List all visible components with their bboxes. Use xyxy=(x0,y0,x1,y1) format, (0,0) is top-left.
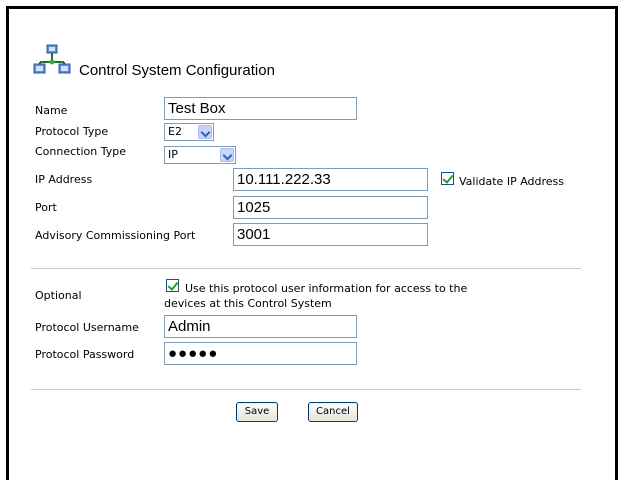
divider xyxy=(31,268,581,269)
page-title: Control System Configuration xyxy=(79,62,275,79)
name-field[interactable]: Test Box xyxy=(164,97,357,120)
protocol-username-field[interactable]: Admin xyxy=(164,315,357,338)
ip-address-label: IP Address xyxy=(35,173,93,186)
port-label: Port xyxy=(35,201,57,214)
network-computers-icon xyxy=(33,44,71,74)
optional-label: Optional xyxy=(35,289,82,302)
save-button[interactable]: Save xyxy=(236,402,278,422)
name-label: Name xyxy=(35,104,68,117)
divider xyxy=(31,389,581,390)
validate-ip-label: Validate IP Address xyxy=(459,175,565,188)
protocol-password-label: Protocol Password xyxy=(35,348,135,361)
protocol-type-label: Protocol Type xyxy=(35,125,109,138)
validate-ip-checkbox[interactable] xyxy=(441,172,454,185)
connection-type-select[interactable]: IP xyxy=(164,146,236,164)
connection-type-label: Connection Type xyxy=(35,145,127,158)
connection-type-value: IP xyxy=(168,148,178,161)
protocol-type-value: E2 xyxy=(168,125,182,138)
use-protocol-user-label-line1: Use this protocol user information for a… xyxy=(185,282,468,295)
ip-address-field[interactable]: 10.111.222.33 xyxy=(233,168,428,191)
port-field[interactable]: 1025 xyxy=(233,196,428,219)
use-protocol-user-checkbox[interactable] xyxy=(166,279,179,292)
cancel-button[interactable]: Cancel xyxy=(308,402,358,422)
use-protocol-user-label-line2: devices at this Control System xyxy=(164,297,332,310)
advisory-port-field[interactable]: 3001 xyxy=(233,223,428,246)
protocol-username-label: Protocol Username xyxy=(35,321,139,334)
chevron-down-icon[interactable] xyxy=(198,125,212,139)
protocol-password-field[interactable]: ●●●●● xyxy=(164,342,357,365)
advisory-port-label: Advisory Commissioning Port xyxy=(35,229,196,242)
protocol-type-select[interactable]: E2 xyxy=(164,123,214,141)
chevron-down-icon[interactable] xyxy=(220,148,234,162)
